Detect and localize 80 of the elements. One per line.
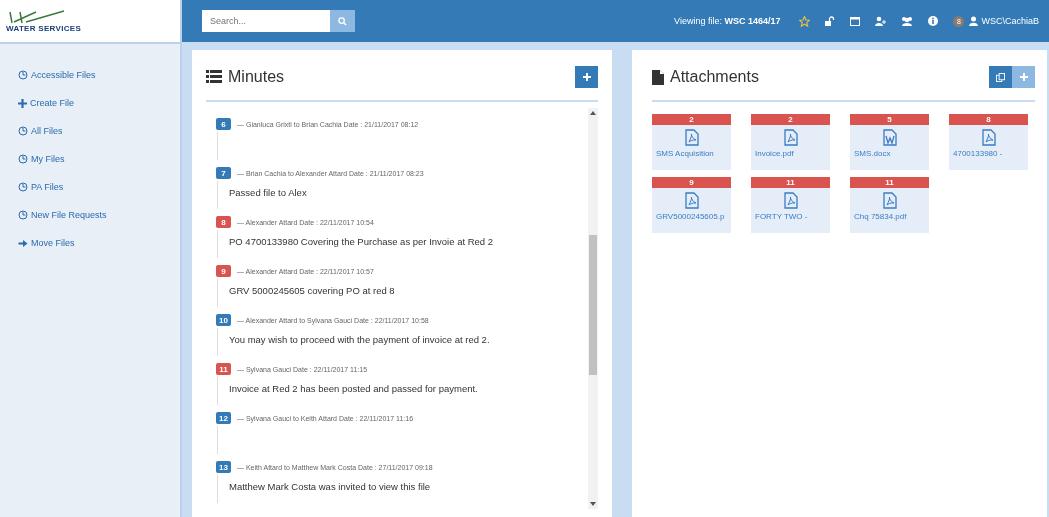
minute-number-badge: 12 bbox=[216, 412, 231, 424]
attachment-badge: 5 bbox=[850, 114, 929, 125]
add-button[interactable] bbox=[575, 66, 598, 88]
viewing-file-text: Viewing file: WSC 1464/17 bbox=[674, 16, 781, 26]
sidebar-item[interactable]: All Files bbox=[0, 117, 180, 145]
unlock-icon[interactable] bbox=[825, 16, 836, 26]
arrow-icon bbox=[18, 238, 28, 248]
user-name[interactable]: WSC\CachiaB bbox=[981, 16, 1039, 26]
clock-icon bbox=[18, 154, 28, 164]
pdf-file-icon bbox=[684, 129, 699, 146]
scrollbar[interactable] bbox=[588, 108, 598, 509]
plus-icon bbox=[18, 98, 27, 108]
plus-icon bbox=[1019, 73, 1028, 81]
minute-number-badge: 13 bbox=[216, 461, 231, 473]
minute-number-badge: 7 bbox=[216, 167, 231, 179]
calendar-icon[interactable] bbox=[850, 16, 861, 26]
sidebar-item[interactable]: New File Requests bbox=[0, 201, 180, 229]
attachment-tile[interactable]: 11 Chq 75834.pdf bbox=[850, 177, 929, 233]
attachment-tile[interactable]: 2 Invoice.pdf bbox=[751, 114, 830, 170]
minute-text: PO 4700133980 Covering the Purchase as per Invoie at Red 2 bbox=[229, 236, 494, 247]
clock-icon bbox=[18, 210, 28, 220]
minute-text: Passed file to Alex bbox=[229, 187, 307, 198]
minute-number-badge: 11 bbox=[216, 363, 231, 375]
clock-icon bbox=[18, 182, 28, 192]
sidebar-item[interactable]: PA Files bbox=[0, 173, 180, 201]
attachment-tile[interactable]: 11 FORTY TWO - bbox=[751, 177, 830, 233]
attachment-name: Chq 75834.pdf bbox=[853, 211, 908, 221]
attachment-tile[interactable]: 2 SMS Acquisition bbox=[652, 114, 731, 170]
pdf-file-icon bbox=[981, 129, 996, 146]
plus-icon bbox=[582, 73, 591, 81]
pdf-file-icon bbox=[684, 192, 699, 209]
scroll-up-icon[interactable] bbox=[590, 111, 596, 115]
clock-icon bbox=[18, 70, 28, 80]
info-icon[interactable] bbox=[928, 16, 939, 26]
sidebar-item[interactable]: Move Files bbox=[0, 229, 180, 257]
sidebar-item[interactable]: My Files bbox=[0, 145, 180, 173]
attachment-badge: 9 bbox=[652, 177, 731, 188]
minute-text: Matthew Mark Costa was invited to view this file bbox=[229, 481, 431, 492]
attachment-badge: 11 bbox=[850, 177, 929, 188]
minute-text: Invoice at Red 2 has been posted and passed for payment. bbox=[229, 383, 478, 394]
logo-text: WATER SERVICES bbox=[6, 23, 83, 33]
attachment-tile[interactable]: 9 GRV5000245605.p bbox=[652, 177, 731, 233]
users-icon[interactable] bbox=[901, 16, 914, 26]
panel-title: Attachments bbox=[670, 68, 760, 86]
scroll-down-icon[interactable] bbox=[590, 502, 596, 506]
pdf-file-icon bbox=[783, 129, 798, 146]
pdf-file-icon bbox=[783, 192, 798, 209]
copy-icon bbox=[996, 72, 1005, 82]
minute-text: GRV 5000245605 covering PO at red 8 bbox=[229, 285, 395, 296]
sidebar-item[interactable]: Create File bbox=[0, 89, 180, 117]
star-icon[interactable] bbox=[799, 15, 811, 27]
attachment-badge: 2 bbox=[751, 114, 830, 125]
attachment-name: SMS Acquisition bbox=[655, 148, 715, 158]
file-icon bbox=[652, 69, 664, 85]
list-icon bbox=[206, 70, 222, 84]
minute-text: You may wish to proceed with the payment of invoice at red 2. bbox=[229, 334, 490, 345]
minute-number-badge: 9 bbox=[216, 265, 231, 277]
pdf-file-icon bbox=[882, 192, 897, 209]
copy-button[interactable] bbox=[989, 66, 1012, 88]
attachment-tile[interactable]: 8 4700133980 - bbox=[949, 114, 1028, 170]
attachment-name: Invoice.pdf bbox=[754, 148, 795, 158]
attachment-badge: 8 bbox=[949, 114, 1028, 125]
clock-icon bbox=[18, 126, 28, 136]
word-file-icon bbox=[882, 129, 897, 146]
minute-number-badge: 6 bbox=[216, 118, 231, 130]
attachment-name: FORTY TWO - bbox=[754, 211, 809, 221]
attachment-name: SMS.docx bbox=[853, 148, 892, 158]
attachment-badge: 2 bbox=[652, 114, 731, 125]
search-icon bbox=[338, 16, 347, 26]
attachment-name: GRV5000245605.p bbox=[655, 211, 726, 221]
attachment-tile[interactable]: 5 SMS.docx bbox=[850, 114, 929, 170]
user-plus-icon[interactable] bbox=[875, 16, 887, 26]
attachment-name: 4700133980 - bbox=[952, 148, 1004, 158]
panel-title: Minutes bbox=[228, 68, 286, 86]
attachment-badge: 11 bbox=[751, 177, 830, 188]
sidebar-item[interactable]: Accessible Files bbox=[0, 61, 180, 89]
search-field[interactable]: Search... bbox=[202, 10, 330, 32]
minute-number-badge: 10 bbox=[216, 314, 231, 326]
minute-number-badge: 8 bbox=[216, 216, 231, 228]
user-icon bbox=[969, 16, 979, 26]
